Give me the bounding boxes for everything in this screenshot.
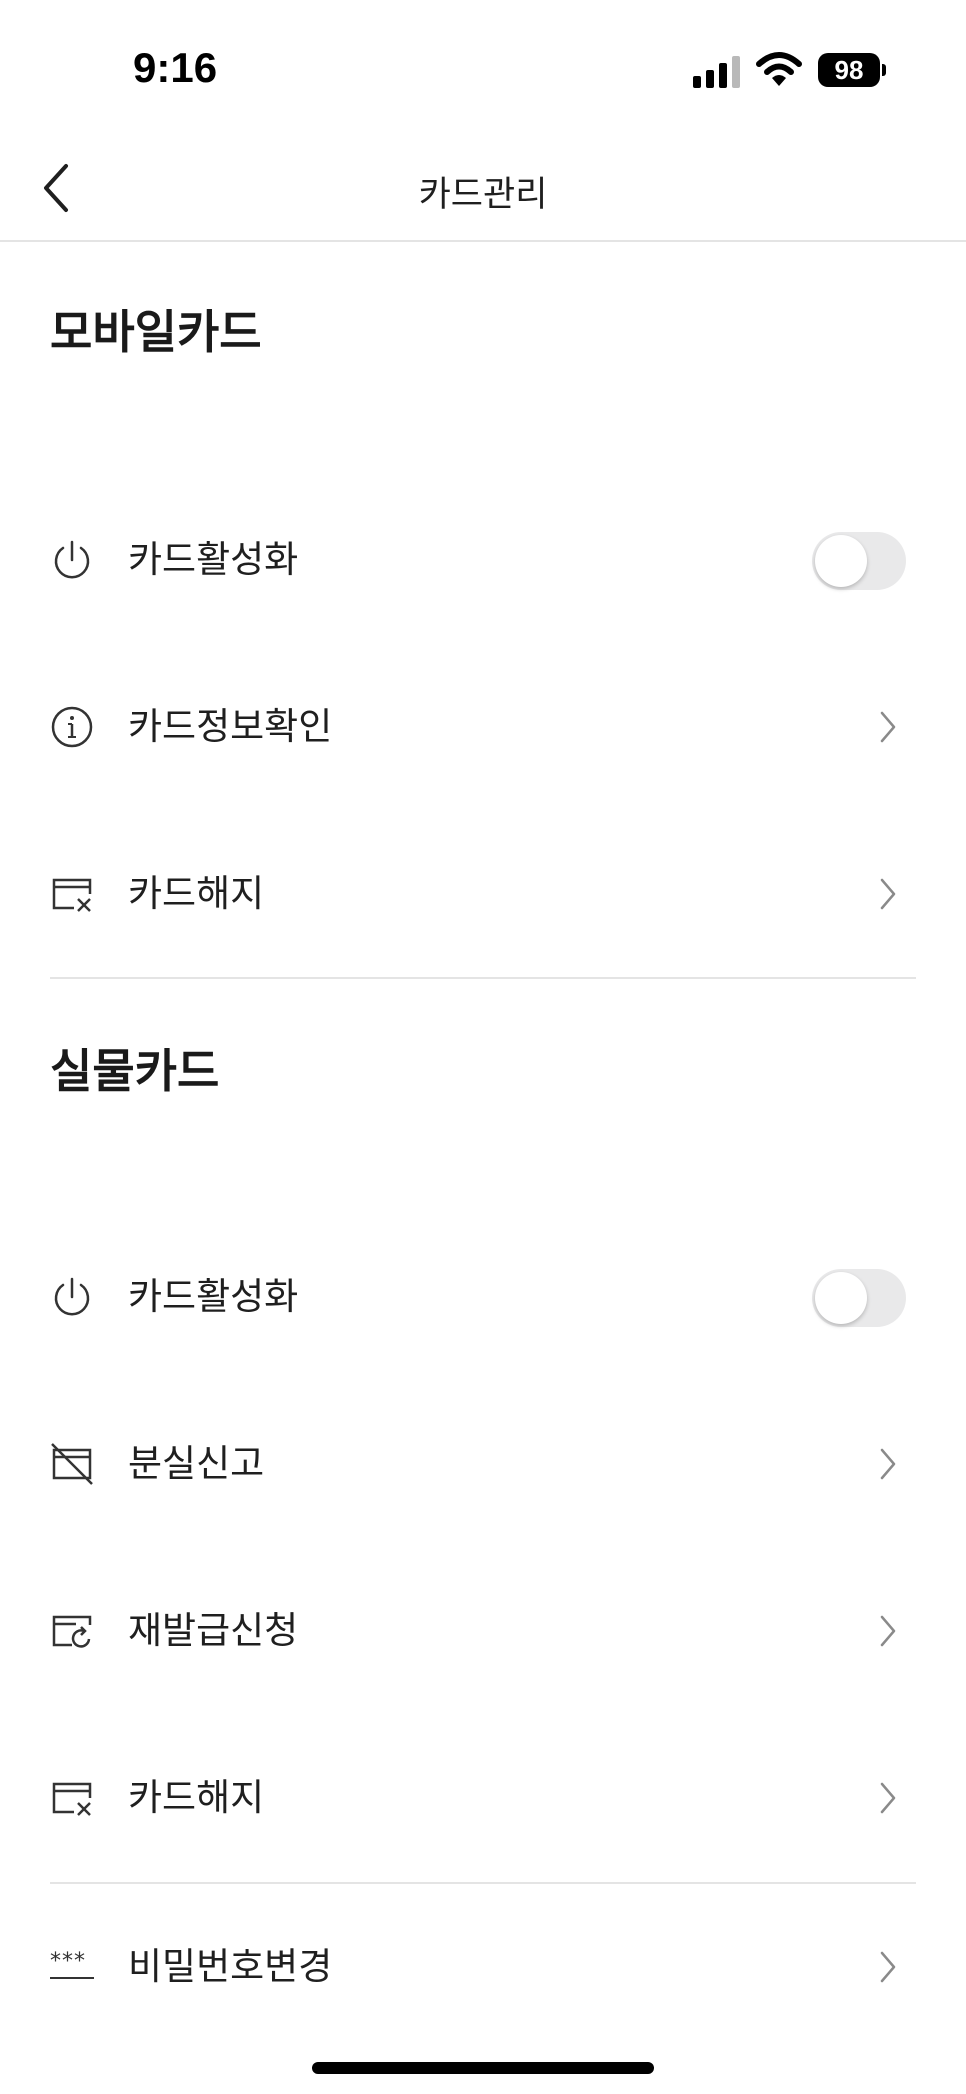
card-reissue-icon <box>52 1615 92 1648</box>
chevron-right-icon <box>880 1615 896 1647</box>
section-divider <box>50 977 916 979</box>
physical-card-reissue-row[interactable]: 재발급신청 <box>0 1571 966 1691</box>
physical-card-activate-row: 카드활성화 <box>0 1237 966 1357</box>
mobile-card-section-title: 모바일카드 <box>50 305 262 359</box>
status-bar: 9:16 98 <box>0 0 966 140</box>
chevron-right-icon <box>880 711 896 743</box>
mobile-card-info-row[interactable]: 카드정보확인 <box>0 667 966 787</box>
mobile-card-cancel-row[interactable]: 카드해지 <box>0 834 966 954</box>
card-lost-icon <box>51 1443 93 1485</box>
physical-card-activate-toggle[interactable] <box>812 1269 906 1327</box>
battery-level: 98 <box>818 53 880 87</box>
info-circle-icon <box>51 706 93 748</box>
page-title: 카드관리 <box>418 175 548 215</box>
mobile-card-info-label: 카드정보확인 <box>128 705 333 748</box>
physical-card-section-title: 실물카드 <box>50 1044 220 1098</box>
chevron-right-icon <box>880 1951 896 1983</box>
mobile-card-cancel-label: 카드해지 <box>128 872 265 915</box>
physical-card-cancel-row[interactable]: 카드해지 <box>0 1738 966 1858</box>
section-divider <box>50 1882 916 1884</box>
physical-card-reissue-label: 재발급신청 <box>128 1609 299 1652</box>
home-indicator <box>312 2062 654 2074</box>
card-cancel-icon <box>52 1782 92 1816</box>
mobile-card-activate-label: 카드활성화 <box>128 538 299 581</box>
password-change-label: 비밀번호변경 <box>128 1945 333 1988</box>
card-cancel-icon <box>52 878 92 912</box>
battery-icon: 98 <box>818 53 886 89</box>
physical-card-lost-row[interactable]: 분실신고 <box>0 1404 966 1524</box>
power-icon <box>54 1277 90 1316</box>
chevron-right-icon <box>880 1782 896 1814</box>
cellular-signal-icon <box>693 56 740 88</box>
toggle-knob <box>815 1272 867 1324</box>
physical-card-activate-label: 카드활성화 <box>128 1275 299 1318</box>
password-asterisk-text: *** <box>50 1949 86 1974</box>
password-change-row[interactable]: *** 비밀번호변경 <box>0 1907 966 2027</box>
toggle-knob <box>815 535 867 587</box>
wifi-icon <box>756 52 802 86</box>
power-icon <box>54 540 90 579</box>
navigation-bar: 카드관리 <box>0 140 966 242</box>
mobile-card-activate-row: 카드활성화 <box>0 500 966 620</box>
chevron-right-icon <box>880 1448 896 1480</box>
physical-card-cancel-label: 카드해지 <box>128 1776 265 1819</box>
chevron-right-icon <box>880 878 896 910</box>
physical-card-lost-label: 분실신고 <box>128 1442 265 1485</box>
mobile-card-activate-toggle[interactable] <box>812 532 906 590</box>
status-time: 9:16 <box>133 44 218 91</box>
password-asterisk-icon: *** <box>50 1943 94 1987</box>
